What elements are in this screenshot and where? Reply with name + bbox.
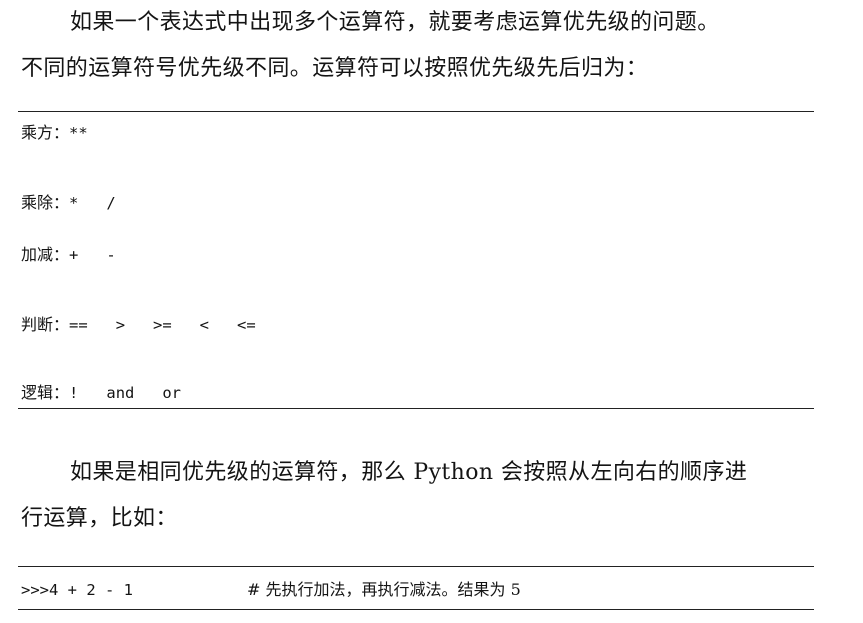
explanation-paragraph: 如果是相同优先级的运算符，那么 Python 会按照从左向右的顺序进 行运算，比…: [21, 450, 821, 542]
precedence-operators: * /: [69, 194, 116, 212]
precedence-row-multiply-divide: 乘除：* /: [21, 191, 116, 215]
precedence-colon: ：: [53, 315, 70, 334]
precedence-colon: ：: [53, 193, 70, 212]
precedence-row-add-subtract: 加减：+ -: [21, 243, 116, 267]
precedence-row-comparison: 判断：== > >= < <=: [21, 313, 256, 337]
precedence-row-power: 乘方：**: [21, 121, 88, 145]
explanation-line-1: 如果是相同优先级的运算符，那么 Python 会按照从左向右的顺序进: [70, 460, 748, 485]
code-top-rule: [18, 566, 814, 567]
precedence-category: 逻辑: [21, 383, 54, 402]
explanation-line-2: 行运算，比如：: [21, 506, 178, 531]
code-snippet: >>>4 + 2 - 1: [21, 581, 133, 599]
table-top-rule: [18, 111, 814, 112]
intro-line-2: 不同的运算符号优先级不同。运算符可以按照优先级先后归为：: [21, 56, 649, 81]
precedence-category: 加减: [21, 245, 54, 264]
code-comment: # 先执行加法，再执行减法。结果为 5: [247, 580, 521, 599]
precedence-operators: + -: [69, 246, 116, 264]
precedence-category: 乘方: [21, 123, 54, 142]
intro-paragraph: 如果一个表达式中出现多个运算符，就要考虑运算优先级的问题。 不同的运算符号优先级…: [21, 0, 821, 92]
precedence-colon: ：: [53, 245, 70, 264]
precedence-row-logical: 逻辑：! and or: [21, 381, 181, 405]
code-example: >>>4 + 2 - 1 # 先执行加法，再执行减法。结果为 5: [21, 577, 521, 603]
precedence-operators: **: [69, 124, 88, 142]
precedence-operators: == > >= < <=: [69, 316, 256, 334]
precedence-colon: ：: [53, 383, 70, 402]
precedence-operators: ! and or: [69, 384, 182, 402]
code-bottom-rule: [18, 609, 814, 610]
precedence-category: 乘除: [21, 193, 54, 212]
intro-line-1: 如果一个表达式中出现多个运算符，就要考虑运算优先级的问题。: [70, 10, 720, 35]
table-bottom-rule: [18, 408, 814, 409]
precedence-category: 判断: [21, 315, 54, 334]
precedence-colon: ：: [53, 123, 70, 142]
